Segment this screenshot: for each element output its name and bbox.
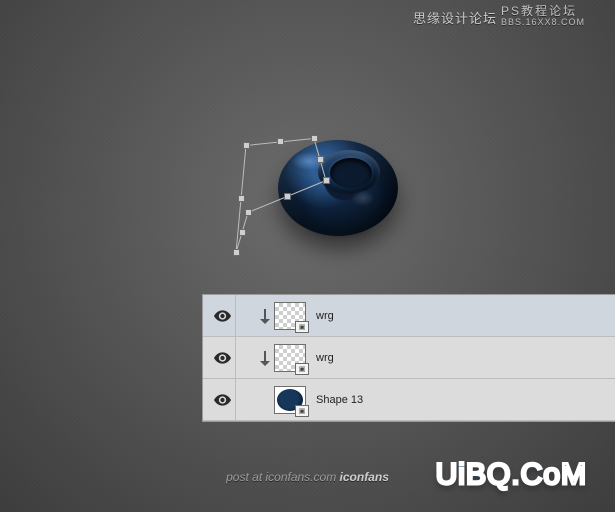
watermark-ps-forum-url: BBS.16XX8.COM [501, 17, 585, 28]
clipping-indicator [256, 385, 274, 415]
layer-name[interactable]: wrg [316, 310, 334, 322]
transform-handle-mid-4[interactable] [238, 195, 245, 202]
transform-edge [236, 212, 249, 252]
layers-panel: ▣ wrg ▣ wrg ▣ Shape 13 [202, 294, 615, 422]
layer-thumbnail[interactable]: ▣ [274, 344, 306, 372]
clipping-arrow-icon [258, 307, 272, 325]
visibility-eye-icon [214, 310, 231, 322]
credit-site: iconfans.com [265, 470, 336, 484]
icon-artwork [274, 134, 400, 236]
layer-row[interactable]: ▣ wrg [203, 337, 615, 379]
visibility-toggle[interactable] [209, 337, 236, 378]
watermark-ps-forum: PS教程论坛 BBS.16XX8.COM [501, 6, 585, 28]
watermark-uibq: UiBQ.CoM [436, 458, 587, 492]
smart-object-badge-icon: ▣ [295, 321, 309, 333]
layer-name[interactable]: wrg [316, 352, 334, 364]
icon-highlight-1 [284, 148, 334, 174]
clipping-arrow-icon [258, 349, 272, 367]
smart-object-badge-icon: ▣ [295, 405, 309, 417]
noise-overlay [0, 0, 615, 512]
transform-handle-corner-3[interactable] [245, 209, 252, 216]
watermark-cn-forum: 思缘设计论坛 [413, 8, 497, 27]
canvas-stage: 思缘设计论坛 PS教程论坛 BBS.16XX8.COM ▣ wrg ▣ wrg ▣ Sha… [0, 0, 615, 512]
transform-handle-mid-3[interactable] [239, 229, 246, 236]
clipping-indicator [256, 301, 274, 331]
layer-thumbnail[interactable]: ▣ [274, 386, 306, 414]
layer-row[interactable]: ▣ Shape 13 [203, 379, 615, 421]
visibility-eye-icon [214, 394, 231, 406]
smart-object-badge-icon: ▣ [295, 363, 309, 375]
credit-brand: iconfans [336, 470, 389, 484]
watermark-ps-forum-label: PS教程论坛 [501, 6, 585, 17]
visibility-eye-icon [214, 352, 231, 364]
layer-thumbnail[interactable]: ▣ [274, 302, 306, 330]
visibility-toggle[interactable] [209, 379, 236, 420]
icon-hole [330, 158, 372, 188]
visibility-toggle[interactable] [209, 295, 236, 336]
transform-handle-corner-4[interactable] [233, 249, 240, 256]
clipping-indicator [256, 343, 274, 373]
transform-handle-corner-0[interactable] [243, 142, 250, 149]
layer-row[interactable]: ▣ wrg [203, 295, 615, 337]
credit-prefix: post at [226, 470, 265, 484]
layer-name[interactable]: Shape 13 [316, 394, 363, 406]
icon-highlight-2 [346, 186, 380, 210]
transform-edge [236, 145, 247, 252]
